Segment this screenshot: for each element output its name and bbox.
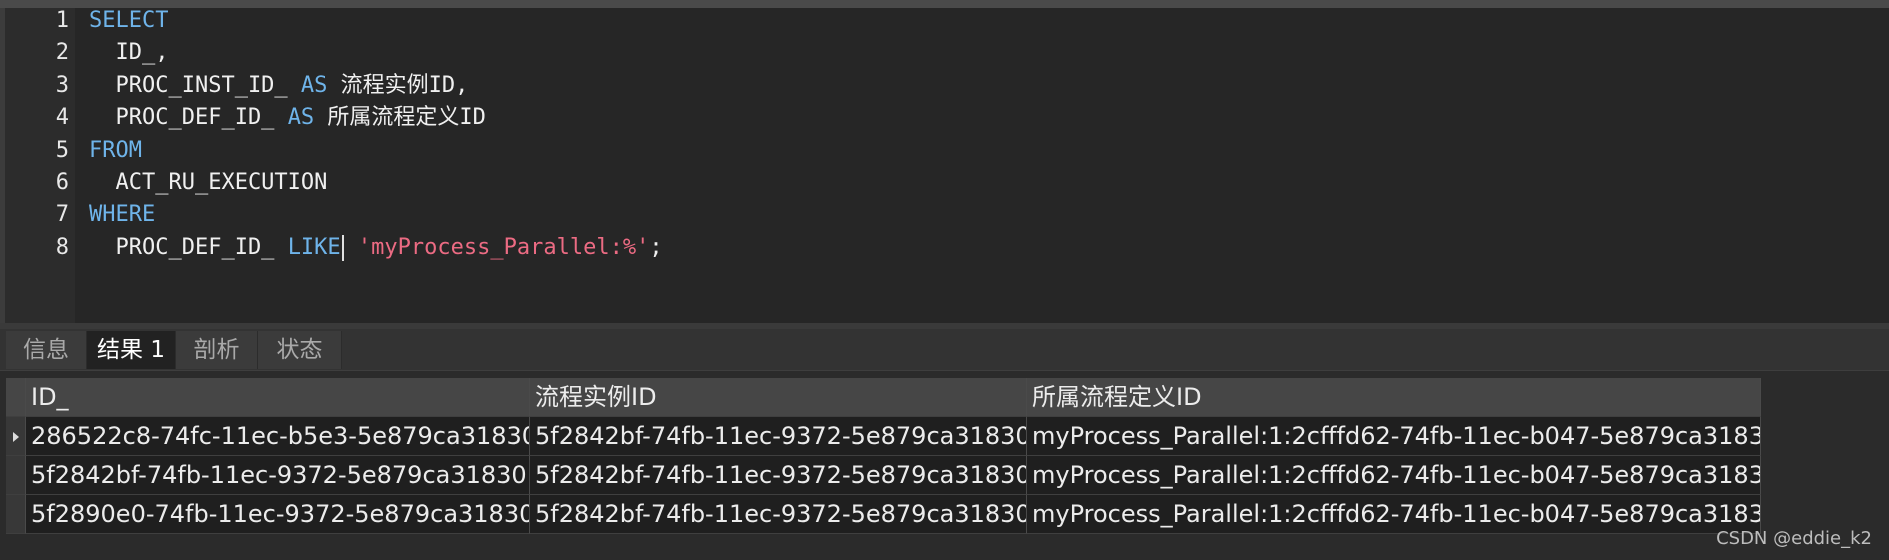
table-cell[interactable]: 286522c8-74fc-11ec-b5e3-5e879ca31830 bbox=[26, 417, 530, 456]
line-number: 7 bbox=[55, 202, 69, 228]
line-number: 6 bbox=[55, 170, 69, 195]
sql-keyword: FROM bbox=[89, 137, 142, 163]
code-line[interactable]: 6 ACT_RU_EXECUTION bbox=[5, 167, 1805, 199]
table-row[interactable]: 5f2842bf-74fb-11ec-9372-5e879ca31830 5f2… bbox=[6, 456, 1761, 495]
table-cell[interactable]: 5f2842bf-74fb-11ec-9372-5e879ca31830 bbox=[530, 495, 1027, 534]
sql-keyword: WHERE bbox=[89, 202, 156, 228]
table-cell[interactable]: 5f2842bf-74fb-11ec-9372-5e879ca31830 bbox=[530, 456, 1027, 495]
result-tab-bar: 信息 结果 1 剖析 状态 bbox=[0, 329, 1889, 371]
code-line[interactable]: 8 PROC_DEF_ID_ LIKE 'myProcess_Parallel:… bbox=[5, 232, 1805, 264]
tab-profile[interactable]: 剖析 bbox=[176, 331, 258, 369]
sql-text: ACT_RU_EXECUTION bbox=[89, 170, 328, 195]
code-line[interactable]: 2 ID_, bbox=[5, 37, 1805, 69]
row-indicator[interactable] bbox=[6, 456, 26, 495]
code-line[interactable]: 7 WHERE bbox=[5, 199, 1805, 231]
table-cell[interactable]: myProcess_Parallel:1:2cfffd62-74fb-11ec-… bbox=[1027, 456, 1761, 495]
sql-editor[interactable]: 1 SELECT 2 ID_, 3 PROC_INST_ID_ AS 流程实例ID, 4… bbox=[0, 8, 1889, 323]
code-text[interactable]: PROC_DEF_ID_ LIKE 'myProcess_Parallel:%'… bbox=[89, 232, 663, 264]
line-number: 8 bbox=[55, 234, 69, 260]
result-grid-area: ID_ 流程实例ID 所属流程定义ID 286522c8-74fc-11ec-b… bbox=[0, 371, 1889, 560]
table-row[interactable]: 5f2890e0-74fb-11ec-9372-5e879ca31830 5f2… bbox=[6, 495, 1761, 534]
code-text[interactable]: WHERE bbox=[89, 199, 155, 231]
tab-info[interactable]: 信息 bbox=[6, 331, 87, 369]
table-cell[interactable]: 5f2842bf-74fb-11ec-9372-5e879ca31830 bbox=[26, 456, 530, 495]
table-cell[interactable]: myProcess_Parallel:1:2cfffd62-74fb-11ec-… bbox=[1027, 495, 1761, 534]
code-text[interactable]: PROC_DEF_ID_ AS 所属流程定义ID bbox=[89, 102, 486, 134]
row-indicator[interactable] bbox=[6, 417, 26, 456]
table-cell[interactable]: 5f2890e0-74fb-11ec-9372-5e879ca31830 bbox=[26, 495, 530, 534]
tab-status[interactable]: 状态 bbox=[258, 331, 342, 369]
sql-text: PROC_DEF_ID_ bbox=[89, 105, 288, 131]
code-line[interactable]: 3 PROC_INST_ID_ AS 流程实例ID, bbox=[5, 70, 1805, 102]
sql-string: 'myProcess_Parallel:%' bbox=[357, 234, 650, 260]
row-indicator[interactable] bbox=[6, 495, 26, 534]
code-line[interactable]: 4 PROC_DEF_ID_ AS 所属流程定义ID bbox=[5, 102, 1805, 134]
line-number: 1 bbox=[55, 8, 69, 33]
code-line[interactable]: 5 FROM bbox=[5, 135, 1805, 167]
sql-text: 所属流程定义ID bbox=[314, 105, 486, 131]
code-line[interactable]: 1 SELECT bbox=[5, 5, 1805, 37]
code-text[interactable]: ACT_RU_EXECUTION bbox=[89, 167, 327, 199]
code-text[interactable]: FROM bbox=[89, 135, 142, 167]
sql-text: PROC_DEF_ID_ bbox=[89, 234, 288, 260]
sql-text: ; bbox=[649, 234, 663, 260]
code-text[interactable]: ID_, bbox=[89, 37, 168, 69]
line-number: 4 bbox=[55, 105, 69, 131]
sql-keyword: SELECT bbox=[89, 8, 169, 33]
table-cell[interactable]: 5f2842bf-74fb-11ec-9372-5e879ca31830 bbox=[530, 417, 1027, 456]
tab-result-1[interactable]: 结果 1 bbox=[87, 331, 176, 369]
sql-keyword: AS bbox=[287, 105, 315, 131]
column-header-proc-inst-id[interactable]: 流程实例ID bbox=[530, 378, 1027, 417]
table-row[interactable]: 286522c8-74fc-11ec-b5e3-5e879ca31830 5f2… bbox=[6, 417, 1761, 456]
sql-text: PROC_INST_ID_ bbox=[89, 72, 301, 98]
grid-header-row: ID_ 流程实例ID 所属流程定义ID bbox=[6, 378, 1761, 417]
column-header-proc-def-id[interactable]: 所属流程定义ID bbox=[1027, 378, 1761, 417]
line-number: 5 bbox=[55, 137, 69, 163]
sql-keyword: AS bbox=[300, 72, 328, 98]
current-row-arrow-icon bbox=[13, 432, 19, 442]
code-text[interactable]: PROC_INST_ID_ AS 流程实例ID, bbox=[89, 70, 468, 102]
code-text[interactable]: SELECT bbox=[89, 5, 168, 37]
sql-text: ID_, bbox=[89, 40, 169, 66]
watermark: CSDN @eddie_k2 bbox=[1716, 528, 1872, 549]
header-corner bbox=[6, 378, 26, 417]
line-number: 2 bbox=[55, 40, 69, 66]
table-cell[interactable]: myProcess_Parallel:1:2cfffd62-74fb-11ec-… bbox=[1027, 417, 1761, 456]
text-cursor bbox=[341, 234, 344, 261]
column-header-id[interactable]: ID_ bbox=[26, 378, 530, 417]
line-number: 3 bbox=[55, 72, 69, 98]
sql-keyword: LIKE bbox=[287, 234, 341, 260]
sql-text: 流程实例ID, bbox=[327, 72, 469, 98]
